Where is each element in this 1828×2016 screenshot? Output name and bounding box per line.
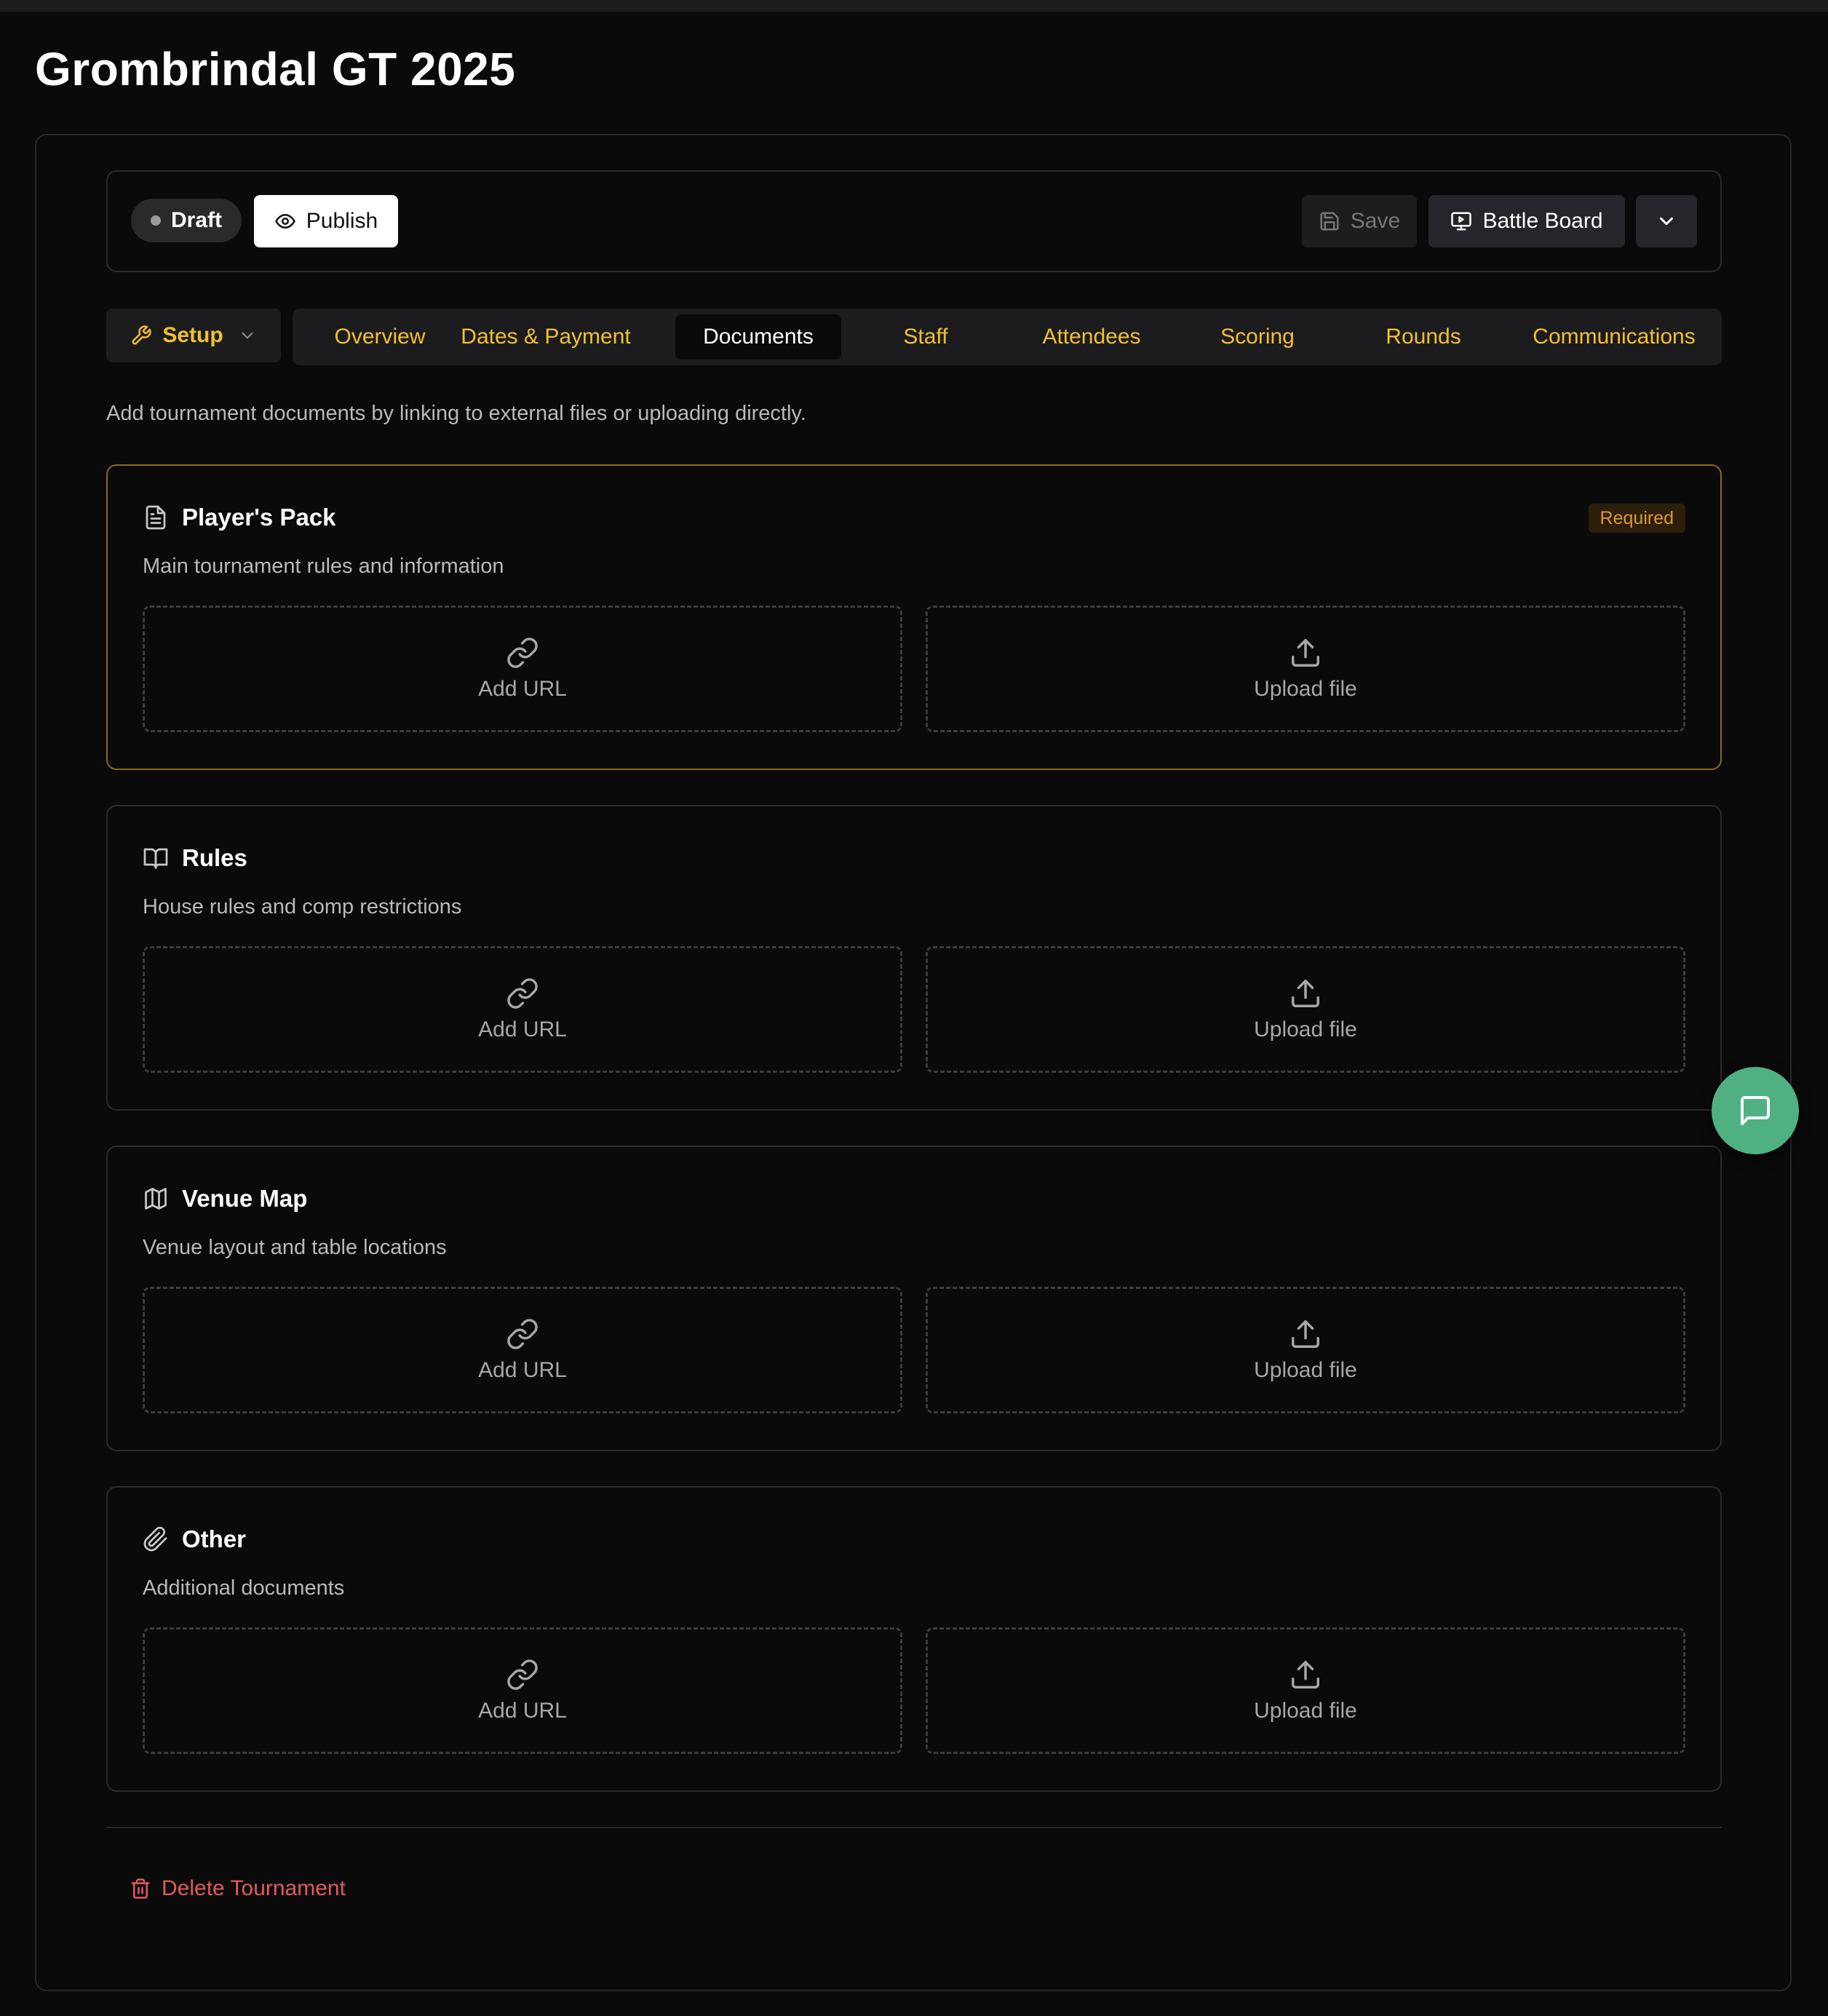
upload-icon bbox=[1289, 1658, 1322, 1691]
document-card-venue-map: Venue Map Venue layout and table locatio… bbox=[106, 1146, 1722, 1451]
card-description: House rules and comp restrictions bbox=[143, 895, 462, 918]
required-badge: Required bbox=[1588, 504, 1685, 533]
tab-documents[interactable]: Documents bbox=[675, 314, 841, 360]
upload-file-button[interactable]: Upload file bbox=[926, 946, 1685, 1073]
link-icon bbox=[506, 1658, 539, 1691]
save-button[interactable]: Save bbox=[1302, 195, 1417, 247]
chevron-down-icon bbox=[238, 326, 257, 345]
card-description: Venue layout and table locations bbox=[143, 1236, 447, 1259]
chat-button[interactable] bbox=[1712, 1067, 1799, 1154]
more-actions-button[interactable] bbox=[1636, 195, 1697, 247]
card-title: Other bbox=[182, 1525, 247, 1552]
paperclip-icon bbox=[143, 1526, 169, 1552]
wrench-icon bbox=[130, 325, 152, 346]
upload-file-label: Upload file bbox=[1254, 1017, 1357, 1041]
upload-file-label: Upload file bbox=[1254, 1358, 1357, 1382]
delete-tournament-button[interactable]: Delete Tournament bbox=[130, 1876, 346, 1901]
upload-icon bbox=[1289, 636, 1322, 670]
tab-attendees[interactable]: Attendees bbox=[1009, 309, 1175, 365]
upload-file-label: Upload file bbox=[1254, 1699, 1357, 1723]
publish-button[interactable]: Publish bbox=[254, 195, 398, 247]
link-icon bbox=[506, 1317, 539, 1351]
add-url-button[interactable]: Add URL bbox=[143, 1627, 902, 1754]
tab-rounds[interactable]: Rounds bbox=[1340, 309, 1506, 365]
document-card-rules: Rules House rules and comp restrictions … bbox=[106, 805, 1722, 1111]
book-open-icon bbox=[143, 845, 169, 871]
link-icon bbox=[506, 977, 539, 1010]
setup-label: Setup bbox=[162, 323, 223, 347]
card-header: Rules bbox=[143, 844, 247, 872]
eye-icon bbox=[274, 210, 296, 232]
link-icon bbox=[506, 636, 539, 670]
battle-board-button[interactable]: Battle Board bbox=[1428, 195, 1625, 247]
card-header: Other bbox=[143, 1525, 246, 1553]
tab-communications[interactable]: Communications bbox=[1515, 309, 1713, 365]
add-url-button[interactable]: Add URL bbox=[143, 1287, 902, 1413]
upload-file-button[interactable]: Upload file bbox=[926, 1287, 1685, 1413]
trash-icon bbox=[130, 1878, 151, 1900]
add-url-button[interactable]: Add URL bbox=[143, 946, 902, 1073]
status-dot bbox=[150, 215, 161, 226]
card-title: Venue Map bbox=[182, 1185, 308, 1212]
add-url-label: Add URL bbox=[478, 677, 567, 701]
upload-icon bbox=[1289, 1317, 1322, 1351]
publish-label: Publish bbox=[306, 209, 378, 233]
add-url-button[interactable]: Add URL bbox=[143, 606, 902, 732]
documents-intro: Add tournament documents by linking to e… bbox=[106, 402, 806, 425]
upload-file-button[interactable]: Upload file bbox=[926, 1627, 1685, 1754]
add-url-label: Add URL bbox=[478, 1699, 567, 1723]
status-badge: Draft bbox=[131, 199, 242, 242]
message-square-icon bbox=[1738, 1093, 1773, 1128]
section-divider bbox=[106, 1827, 1722, 1828]
upload-icon bbox=[1289, 977, 1322, 1010]
battle-board-label: Battle Board bbox=[1482, 209, 1603, 233]
tab-scoring[interactable]: Scoring bbox=[1175, 309, 1340, 365]
section-tabs: Overview Dates & Payment Documents Staff… bbox=[293, 309, 1722, 365]
save-label: Save bbox=[1350, 209, 1401, 233]
delete-tournament-label: Delete Tournament bbox=[162, 1876, 346, 1900]
page-title: Grombrindal GT 2025 bbox=[35, 43, 516, 95]
chevron-down-icon bbox=[1656, 210, 1677, 232]
add-url-label: Add URL bbox=[478, 1017, 567, 1041]
card-description: Main tournament rules and information bbox=[143, 555, 504, 578]
setup-dropdown[interactable]: Setup bbox=[106, 309, 281, 362]
card-title: Player's Pack bbox=[182, 504, 336, 531]
card-description: Additional documents bbox=[143, 1576, 345, 1600]
document-card-players-pack: Player's Pack Required Main tournament r… bbox=[106, 464, 1722, 770]
add-url-label: Add URL bbox=[478, 1358, 567, 1382]
upload-file-label: Upload file bbox=[1254, 677, 1357, 701]
tab-dates-payment[interactable]: Dates & Payment bbox=[458, 309, 633, 365]
top-strip bbox=[0, 0, 1828, 12]
document-card-other: Other Additional documents Add URL Uploa… bbox=[106, 1486, 1722, 1792]
monitor-play-icon bbox=[1450, 210, 1472, 232]
card-header: Venue Map bbox=[143, 1185, 307, 1213]
upload-file-button[interactable]: Upload file bbox=[926, 606, 1685, 732]
map-icon bbox=[143, 1186, 169, 1212]
tab-overview[interactable]: Overview bbox=[293, 309, 467, 365]
status-label: Draft bbox=[170, 208, 222, 232]
card-title: Rules bbox=[182, 844, 247, 871]
card-header: Player's Pack bbox=[143, 504, 336, 531]
tab-staff[interactable]: Staff bbox=[843, 309, 1009, 365]
file-text-icon bbox=[143, 504, 169, 531]
save-icon bbox=[1319, 210, 1340, 232]
